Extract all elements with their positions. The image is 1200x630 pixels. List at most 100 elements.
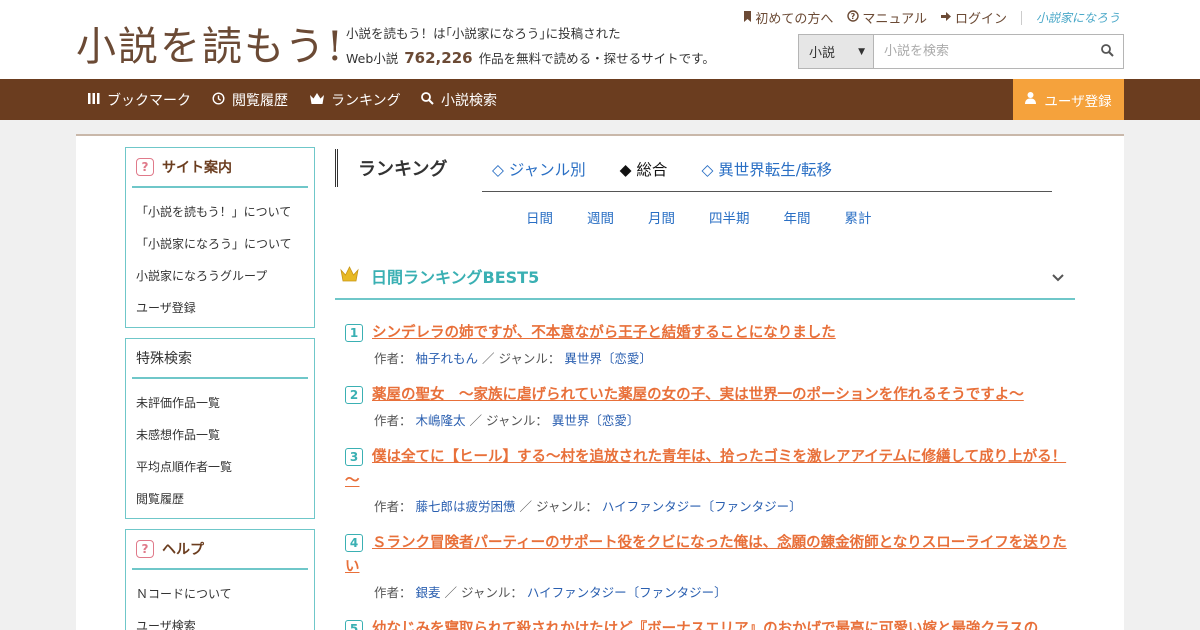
special-search-item[interactable]: 平均点順作者一覧 [126,450,314,482]
author-link[interactable]: 柚子れもん [416,351,479,366]
ranking-meta: 作者： 藤七郎は疲労困憊 ／ ジャンル： ハイファンタジー〔ファンタジー〕 [374,496,1075,515]
site-logo[interactable]: 小説を読もう! [76,14,345,72]
ranking-title-link[interactable]: Ｓランク冒険者パーティーのサポート役をクビになった俺は、念願の錬金術師となりスロ… [345,531,1075,579]
best5-header[interactable]: 日間ランキングBEST5 [335,254,1075,300]
help-list: Ｎコードについて ユーザ検索 [126,570,314,630]
rank-badge: 3 [345,448,363,466]
user-icon [1025,91,1037,108]
ranking-item: 4 Ｓランク冒険者パーティーのサポート役をクビになった俺は、念願の錬金術師となり… [345,531,1075,601]
rank-badge: 5 [345,620,363,630]
ranking-item: 2 薬屋の聖女 ～家族に虐げられていた薬屋の女の子、実は世界一のポーションを作れ… [345,383,1075,429]
site-guide-item[interactable]: ユーザ登録 [126,291,314,323]
tagline-line1: 小説を読もう！は｢小説家になろう｣に投稿された [346,26,621,41]
genre-link[interactable]: ハイファンタジー〔ファンタジー〕 [602,499,802,514]
tab-weekly[interactable]: 週間 [587,207,614,227]
top-links: 初めての方へ ? マニュアル ログイン 小説家になろう [743,8,1120,27]
beginners-link[interactable]: 初めての方へ [743,8,833,27]
site-guide-list: 「小説を読もう！」について 「小説家になろう」について 小説家になろうグループ … [126,188,314,327]
site-guide-box: ? サイト案内 「小説を読もう！」について 「小説家になろう」について 小説家に… [125,147,315,328]
tab-daily[interactable]: 日間 [526,207,553,227]
user-register-button[interactable]: ユーザ登録 [1013,79,1124,120]
history-clock-icon [212,91,225,108]
bookmark-bars-icon [88,92,100,107]
author-label: 作者： [374,499,412,514]
ranking-meta: 作者： 木嶋隆太 ／ ジャンル： 異世界〔恋愛〕 [374,410,1075,429]
chevron-down-icon[interactable] [1051,268,1065,287]
ranking-title-link[interactable]: 僕は全てに【ヒール】する～村を追放された青年は、拾ったゴミを激レアアイテムに修繕… [345,445,1075,493]
tab-yearly[interactable]: 年間 [784,207,811,227]
crown-icon [310,92,324,107]
author-label: 作者： [374,413,412,428]
period-tabs: 日間 週間 月間 四半期 年間 累計 [526,207,872,227]
manual-link[interactable]: ? マニュアル [847,8,927,27]
nav-history[interactable]: 閲覧履歴 [212,79,288,120]
genre-link[interactable]: ハイファンタジー〔ファンタジー〕 [527,585,727,600]
content-area: ? サイト案内 「小説を読もう！」について 「小説家になろう」について 小説家に… [76,134,1124,630]
site-guide-title: サイト案内 [162,160,232,176]
author-link[interactable]: 木嶋隆太 [416,413,466,428]
help-question-icon: ? [136,158,154,176]
special-search-item[interactable]: 閲覧履歴 [126,482,314,514]
tab-isekai[interactable]: ◇ 異世界転生/転移 [701,150,832,180]
search-icon [1100,42,1114,61]
genre-link[interactable]: 異世界〔恋愛〕 [564,351,652,366]
nav-bookmark[interactable]: ブックマーク [88,79,191,120]
site-guide-item[interactable]: 小説家になろうグループ [126,259,314,291]
author-link[interactable]: 銀麦 [416,585,441,600]
narou-logo[interactable]: 小説家になろう [1036,9,1120,26]
page-title: ランキング [335,149,447,187]
tagline-suffix: 作品を無料で読める・探せるサイトです。 [478,51,715,66]
site-tagline: 小説を読もう！は｢小説家になろう｣に投稿された Web小説 762,226 作品… [346,22,715,71]
genre-tabs: ◇ ジャンル別 ◆ 総合 ◇ 異世界転生/転移 [482,150,1052,192]
ranking-title-link[interactable]: シンデレラの姉ですが、不本意ながら王子と結婚することになりました [345,321,1075,345]
dropdown-triangle-icon: ▼ [858,46,865,57]
site-guide-item[interactable]: 「小説を読もう！」について [126,195,314,227]
search-bar: 小説 ▼ [798,34,1124,69]
help-item[interactable]: ユーザ検索 [126,609,314,630]
site-guide-heading: ? サイト案内 [132,148,308,188]
special-search-item[interactable]: 未感想作品一覧 [126,418,314,450]
search-category-select[interactable]: 小説 ▼ [799,35,874,68]
main-nav: ブックマーク 閲覧履歴 ランキング 小説検索 ユーザ登録 [0,79,1200,120]
login-arrow-icon [940,11,952,25]
help-heading: ? ヘルプ [132,530,308,570]
login-link[interactable]: ログイン [940,8,1007,27]
genre-link[interactable]: 異世界〔恋愛〕 [552,413,640,428]
special-search-heading: 特殊検索 [132,339,308,379]
genre-label: ／ ジャンル： [482,351,561,366]
bookmark-flag-icon [743,10,752,25]
search-icon [421,91,434,108]
tab-monthly[interactable]: 月間 [648,207,675,227]
author-label: 作者： [374,585,412,600]
rank-badge: 2 [345,386,363,404]
ranking-title-link[interactable]: 幼なじみを寝取られて殺されかけたけど『ボーナスエリア』のおかげで最高に可愛い嫁と… [345,617,1075,630]
nav-ranking[interactable]: ランキング [310,79,401,120]
help-title: ヘルプ [162,542,204,558]
tab-overall[interactable]: ◆ 総合 [620,150,668,180]
author-link[interactable]: 藤七郎は疲労困憊 [416,499,516,514]
nav-bookmark-label: ブックマーク [107,92,191,109]
genre-label: ／ ジャンル： [444,585,523,600]
site-guide-item[interactable]: 「小説家になろう」について [126,227,314,259]
ranking-title-link[interactable]: 薬屋の聖女 ～家族に虐げられていた薬屋の女の子、実は世界一のポーションを作れるそ… [345,383,1075,407]
toplinks-divider [1020,10,1022,25]
search-input[interactable] [874,35,1091,68]
ranking-item: 5 幼なじみを寝取られて殺されかけたけど『ボーナスエリア』のおかげで最高に可愛い… [345,617,1075,630]
nav-search[interactable]: 小説検索 [421,79,497,120]
special-search-item[interactable]: 未評価作品一覧 [126,386,314,418]
gold-crown-icon [340,265,359,287]
rank-badge: 1 [345,324,363,342]
login-link-label: ログイン [954,12,1007,27]
tab-quarterly[interactable]: 四半期 [709,207,750,227]
search-button[interactable] [1091,35,1123,68]
rank-badge: 4 [345,534,363,552]
special-search-box: 特殊検索 未評価作品一覧 未感想作品一覧 平均点順作者一覧 閲覧履歴 [125,338,315,519]
help-item[interactable]: Ｎコードについて [126,577,314,609]
tab-genre[interactable]: ◇ ジャンル別 [492,150,586,180]
tab-cumulative[interactable]: 累計 [845,207,872,227]
ranking-meta: 作者： 柚子れもん ／ ジャンル： 異世界〔恋愛〕 [374,348,1075,367]
svg-text:?: ? [851,12,856,21]
ranking-meta: 作者： 銀麦 ／ ジャンル： ハイファンタジー〔ファンタジー〕 [374,582,1075,601]
site-header: 小説を読もう! 小説を読もう！は｢小説家になろう｣に投稿された Web小説 76… [0,0,1200,79]
manual-link-label: マニュアル [862,12,927,27]
